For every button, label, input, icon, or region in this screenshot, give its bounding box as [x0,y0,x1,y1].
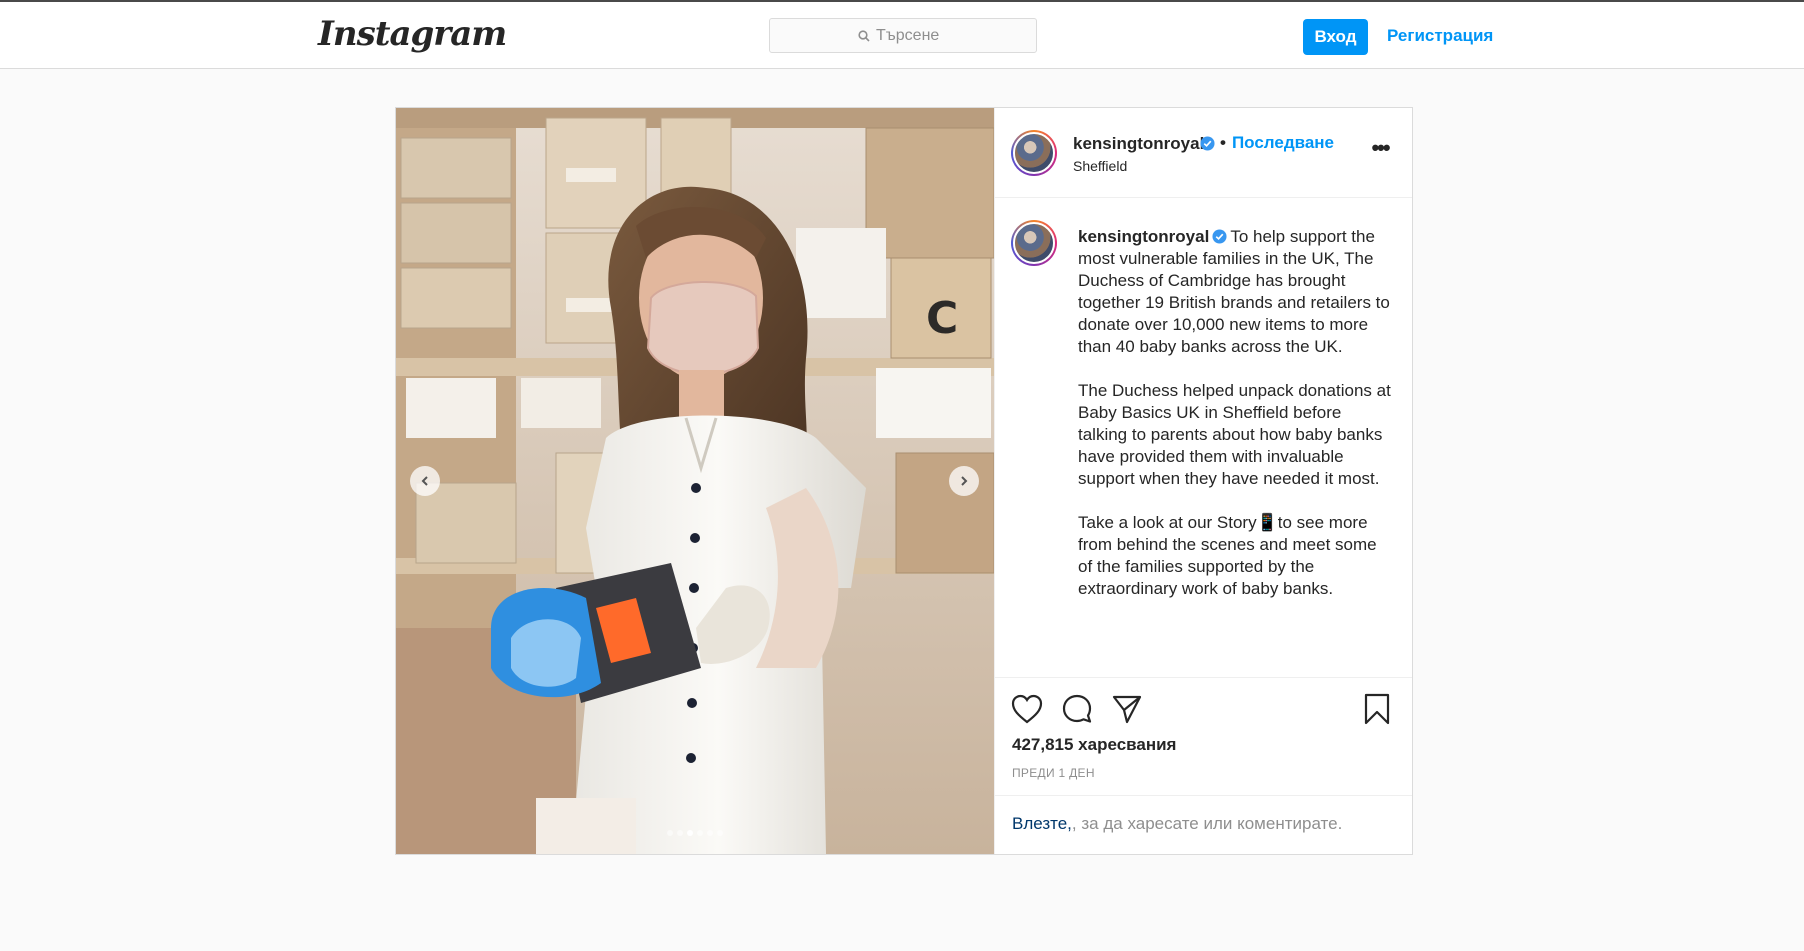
post-actions: 427,815 харесвания ПРЕДИ 1 ДЕН [995,678,1412,796]
carousel-dot [677,830,683,836]
avatar[interactable] [1011,130,1057,176]
share-icon [1112,695,1142,724]
carousel-dot [667,830,673,836]
login-button[interactable]: Вход [1303,19,1368,55]
search-input[interactable] [876,26,948,45]
login-prompt-text: , за да харесате или коментирате. [1071,814,1343,833]
login-link[interactable]: Влезте, [1012,814,1072,833]
chevron-left-icon [421,476,428,486]
more-options-icon[interactable]: ••• [1368,135,1392,160]
caption-paragraph-3: Take a look at our Story📱to see more fro… [1078,513,1382,598]
carousel-dot [707,830,713,836]
carousel-next-button[interactable] [949,466,979,496]
bookmark-icon [1364,693,1390,725]
comment-icon [1062,694,1092,723]
login-to-comment-prompt: Влезте,, за да харесате или коментирате. [1012,814,1342,834]
post-card: C kensingtonroyal • Последване Sheffield… [395,107,1413,855]
save-button[interactable] [1360,692,1394,726]
like-button[interactable] [1010,692,1044,726]
post-photo[interactable]: C [396,108,994,854]
top-navigation-bar: Instagram Вход Регистрация [0,0,1804,69]
post-sidebar: kensingtonroyal • Последване Sheffield ••… [994,108,1412,854]
chevron-right-icon [961,476,968,486]
register-link[interactable]: Регистрация [1387,26,1493,46]
caption-username[interactable]: kensingtonroyal [1078,227,1209,246]
carousel-prev-button[interactable] [410,466,440,496]
carousel-dot [687,830,693,836]
follow-button[interactable]: • Последване [1220,133,1334,153]
search-icon [858,29,870,42]
carousel-dot [717,830,723,836]
caption-area: kensingtonroyal To help support the most … [995,198,1412,678]
verified-badge-icon [1212,229,1227,244]
separator-bullet: • [1220,133,1226,152]
instagram-logo[interactable]: Instagram [318,14,507,54]
post-location[interactable]: Sheffield [1073,158,1127,174]
svg-text:C: C [926,293,958,344]
caption-paragraph-2: The Duchess helped unpack donations at B… [1078,381,1396,488]
carousel-dot [697,830,703,836]
post-media: C [396,108,994,854]
follow-label[interactable]: Последване [1232,133,1334,152]
search-box[interactable] [769,18,1037,53]
share-button[interactable] [1110,692,1144,726]
post-timestamp[interactable]: ПРЕДИ 1 ДЕН [1012,766,1095,780]
caption-paragraph-1: To help support the most vulnerable fami… [1078,227,1395,356]
heart-icon [1011,694,1043,724]
post-username[interactable]: kensingtonroyal [1073,134,1204,154]
post-caption: kensingtonroyal To help support the most … [1078,226,1394,600]
comment-button[interactable] [1060,692,1094,726]
post-header: kensingtonroyal • Последване Sheffield ••… [995,108,1412,198]
likes-count[interactable]: 427,815 харесвания [1012,735,1176,755]
carousel-indicator [396,830,994,836]
caption-avatar[interactable] [1011,220,1057,266]
verified-badge-icon [1200,136,1215,151]
